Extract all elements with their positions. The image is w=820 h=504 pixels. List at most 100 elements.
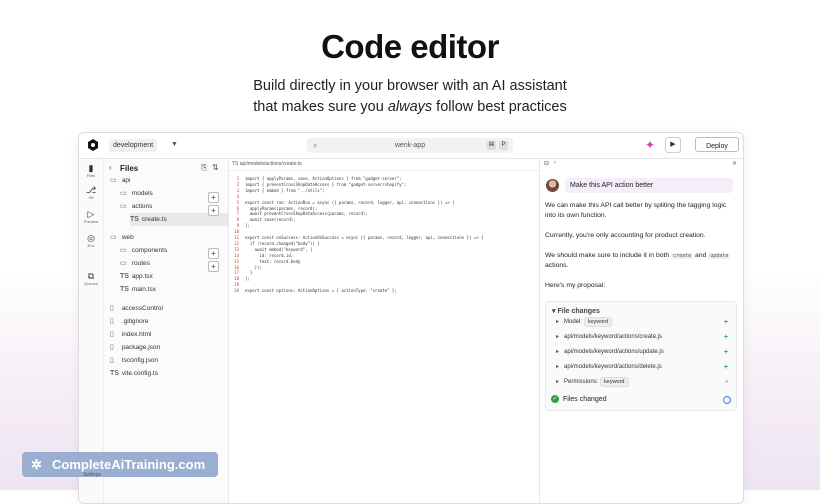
rail-env[interactable]: ◎ Env (79, 233, 103, 248)
editor-window: development ▼ ⌕ wenk-app ⌘ P ✦ ▶ Deploy … (78, 132, 744, 504)
tree-item[interactable]: TS vite.config.ts (110, 367, 228, 380)
file-changes-card: ▾ File changes ▸ Model: keyword + ▸ api/mode… (545, 301, 737, 411)
close-icon[interactable]: ✕ (732, 160, 737, 167)
change-mark: + (723, 334, 728, 341)
files-changed-status: ✓ Files changed (551, 394, 731, 406)
file-changes-title: ▾ File changes (552, 307, 600, 315)
folder-icon: ▭ (120, 260, 127, 267)
chevron-right-icon[interactable]: ▸ (556, 376, 564, 389)
tab-create-ts[interactable]: TS api/models/actions/create.ts (232, 161, 302, 167)
tree-item[interactable]: ▯ tsconfig.json (110, 354, 228, 367)
inline-code-update: update (708, 253, 731, 259)
ai-sparkle-icon[interactable]: ✦ (645, 139, 655, 151)
rail-preview[interactable]: ▷ Preview (79, 209, 103, 224)
search-input[interactable]: ⌕ wenk-app ⌘ P (307, 138, 513, 153)
hero-line-2: that makes sure you always follow best p… (0, 97, 820, 118)
add-action-button[interactable]: + (208, 205, 219, 216)
rail-git[interactable]: ⎇ Git (79, 185, 103, 200)
chevron-down-icon[interactable]: ▼ (171, 141, 178, 148)
p3-text: actions. (545, 262, 569, 269)
typescript-icon: TS (130, 216, 139, 223)
file-change-label: api/models/keyword/actions/create.js (564, 334, 663, 340)
app-logo-icon[interactable] (87, 139, 99, 151)
rail-queues[interactable]: ⧉ Queues (79, 271, 103, 286)
top-bar: development ▼ ⌕ wenk-app ⌘ P ✦ ▶ Deploy (79, 133, 743, 159)
change-mark: + (723, 319, 728, 326)
assistant-paragraph-2: Currently, you're only accounting for pr… (545, 232, 706, 239)
check-icon: ✓ (551, 395, 559, 404)
file-change-row[interactable]: ▸ Model: keyword + (556, 316, 728, 329)
run-button[interactable]: ▶ (665, 137, 681, 153)
search-text: wenk-app (394, 142, 426, 149)
tree-item-label: api (121, 177, 131, 184)
chevron-right-icon[interactable]: ▸ (556, 331, 564, 344)
play-icon: ▷ (87, 209, 95, 219)
chevron-right-icon[interactable]: ▸ (556, 361, 564, 374)
kbd-cmd: ⌘ (487, 141, 496, 150)
tree-item-label: web (121, 234, 134, 241)
model-pill: keyword (600, 377, 629, 387)
tree-item[interactable]: ▭ web (110, 231, 228, 244)
watermark: ✲ CompleteAiTraining.com (22, 452, 218, 477)
chevron-right-icon[interactable]: ▸ (556, 346, 564, 359)
rail-label: Queues (83, 281, 98, 286)
status-text: Files changed (563, 396, 607, 403)
file-change-label: Permissions: (564, 379, 599, 385)
collapse-icon[interactable]: ⇅ (212, 163, 219, 172)
chat-menu-icon[interactable]: ⊟ (544, 160, 549, 167)
deploy-button[interactable]: Deploy (695, 137, 739, 152)
tree-item-label: package.json (121, 344, 161, 351)
explorer-title: Files (120, 164, 139, 173)
tree-item-label: tsconfig.json (121, 357, 158, 364)
branch-selector[interactable]: development (109, 139, 158, 152)
tree-item-label: main.tsx (131, 286, 157, 293)
file-icon: ▯ (110, 344, 114, 351)
change-mark: • (725, 379, 728, 386)
user-message: Make this API action better (565, 178, 733, 193)
code-line[interactable]: 20 export const options: ActionOptions = … (229, 288, 539, 294)
typescript-icon: TS (110, 370, 119, 377)
rail-settings-label[interactable]: Settings (82, 472, 102, 478)
file-changes-label: File changes (557, 308, 600, 315)
rail-files[interactable]: ▮ Files (79, 163, 103, 178)
chat-header: ⊟ ‹ ✕ (540, 159, 743, 170)
file-icon: ▯ (110, 357, 114, 364)
git-icon: ⎇ (85, 185, 97, 195)
tree-item[interactable]: ▯ .gitignore (110, 315, 228, 328)
line-number: 20 (234, 288, 239, 294)
add-component-button[interactable]: + (208, 248, 219, 259)
add-route-button[interactable]: + (208, 261, 219, 272)
file-change-row[interactable]: ▸ api/models/keyword/actions/create.js + (556, 331, 728, 344)
assistant-paragraph-3: We should make sure to include it in bot… (545, 251, 733, 271)
tree-item[interactable]: ▭ api (110, 174, 228, 187)
rail-label: Preview (83, 219, 99, 224)
watermark-text: CompleteAiTraining.com (52, 457, 206, 472)
tree-item[interactable]: TS main.tsx (120, 283, 228, 296)
refresh-icon[interactable] (723, 396, 731, 404)
chevron-left-icon[interactable]: ‹ (109, 163, 112, 172)
file-change-row[interactable]: ▸ Permissions: keyword • (556, 376, 728, 389)
tree-item-label: accessControl (121, 305, 163, 312)
file-change-row[interactable]: ▸ api/models/keyword/actions/delete.js + (556, 361, 728, 374)
file-icon: ▮ (88, 163, 94, 173)
change-mark: + (723, 364, 728, 371)
folder-icon: ▭ (110, 177, 117, 184)
code-editor[interactable]: TS api/models/actions/create.ts 1 import … (229, 159, 540, 503)
model-pill: keyword (583, 317, 613, 327)
tree-item[interactable]: ▯ index.html (110, 328, 228, 341)
tree-item-label: vite.config.ts (121, 370, 158, 377)
chevron-right-icon[interactable]: ▸ (556, 316, 564, 329)
chat-back-icon[interactable]: ‹ (554, 160, 556, 166)
p3-text: We should make sure to include it in bot… (545, 252, 672, 259)
rail-label: Git (88, 195, 94, 200)
file-change-row[interactable]: ▸ api/models/keyword/actions/update.js + (556, 346, 728, 359)
tree-item[interactable]: ▯ package.json (110, 341, 228, 354)
tree-item[interactable]: ▯ accessControl (110, 302, 228, 315)
assistant-paragraph-1: We can make this API call better by spli… (545, 202, 727, 219)
new-file-icon[interactable]: ⎘ (201, 163, 207, 173)
rail-label: Files (86, 173, 96, 178)
file-icon: ▯ (110, 331, 114, 338)
add-model-button[interactable]: + (208, 192, 219, 203)
editor-tab-bar: TS api/models/actions/create.ts (229, 159, 539, 171)
queue-icon: ⧉ (87, 271, 95, 281)
